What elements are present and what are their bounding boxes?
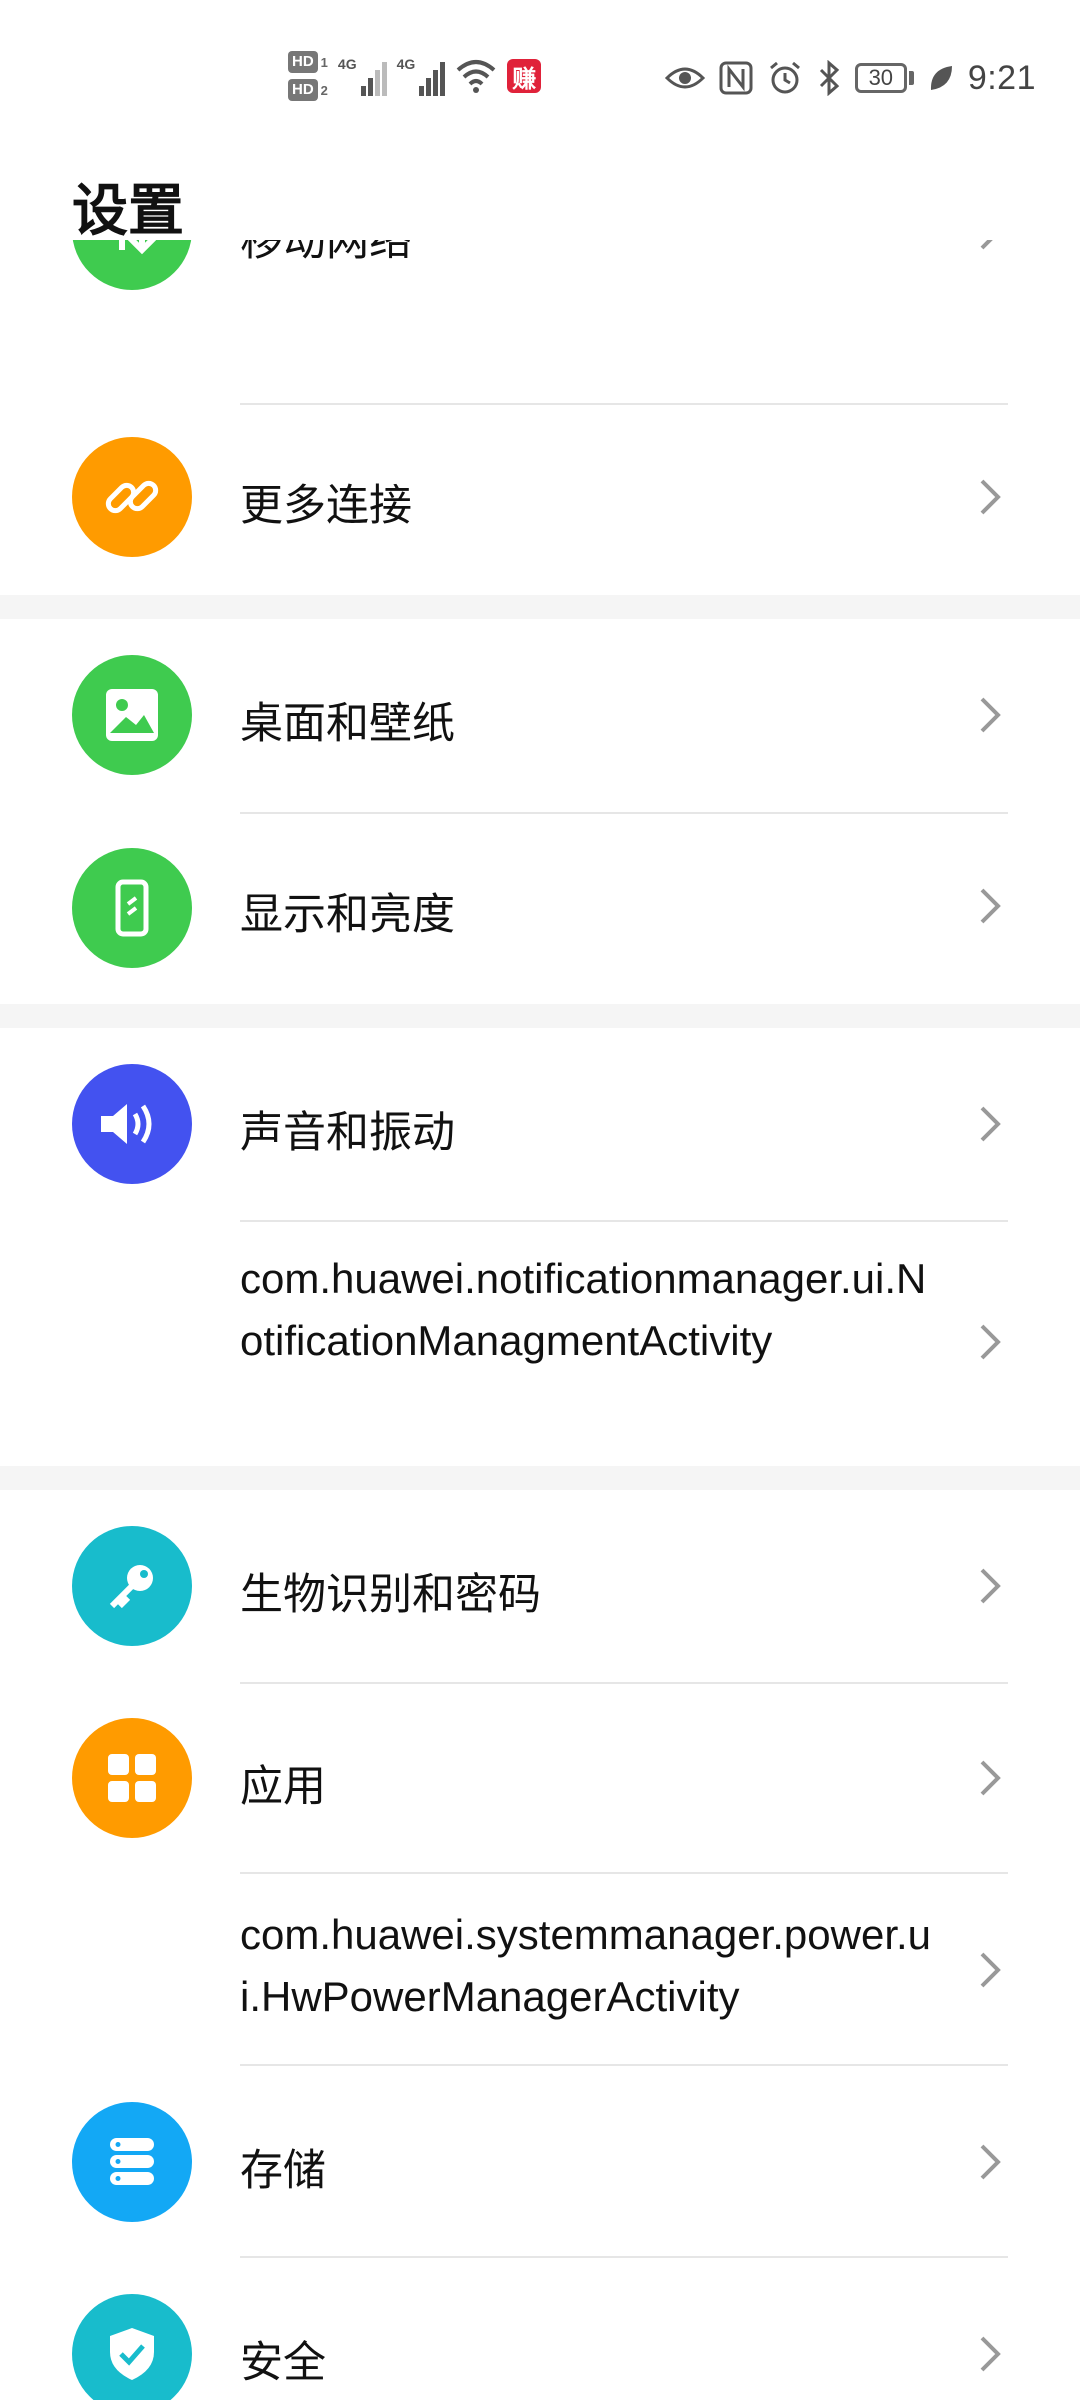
chevron-right-icon	[980, 240, 993, 250]
settings-item-display-brightness[interactable]: 显示和亮度	[0, 814, 1080, 1002]
battery-icon: 30	[854, 63, 914, 93]
status-bar-right: 30 9:21	[664, 48, 1036, 108]
settings-item-label: 更多连接	[240, 482, 412, 530]
chevron-right-icon	[980, 1760, 1001, 1796]
chevron-right-icon	[980, 1568, 1001, 1604]
section-gap	[0, 1466, 1080, 1490]
settings-item-label: com.huawei.notificationmanager.ui.Notifi…	[240, 1255, 927, 1364]
signal-sim2-label: 4G	[396, 56, 416, 72]
speaker-icon	[72, 1064, 192, 1184]
settings-item-storage[interactable]: 存储	[0, 2066, 1080, 2256]
section-gap	[0, 595, 1080, 619]
settings-list[interactable]: 移动网络 更多连接 桌面和壁纸 显示和亮度 声音和振动 com.huawei.n…	[0, 240, 1080, 2400]
settings-item-biometrics-password[interactable]: 生物识别和密码	[0, 1490, 1080, 1680]
phone-brightness-icon	[72, 848, 192, 968]
signal-sim2-icon: 4G	[397, 56, 446, 96]
power-saving-leaf-icon	[930, 66, 952, 90]
signal-sim1-label: 4G	[337, 56, 357, 72]
hd-icon: HD	[288, 51, 318, 73]
hd-indicators: HD 1 HD 2	[288, 51, 328, 101]
hd-sim2-label: 2	[320, 82, 328, 98]
settings-item-label: 安全	[240, 2339, 326, 2387]
settings-item-label: 桌面和壁纸	[240, 700, 455, 748]
chevron-right-icon	[980, 479, 1001, 515]
settings-item-label: com.huawei.systemmanager.power.ui.HwPowe…	[240, 1911, 932, 2020]
mobile-network-icon	[72, 240, 192, 290]
key-icon	[72, 1526, 192, 1646]
section-gap	[0, 1004, 1080, 1028]
chevron-right-icon	[980, 888, 1001, 924]
image-icon	[72, 655, 192, 775]
wifi-icon	[456, 60, 496, 93]
shield-icon	[72, 2294, 192, 2400]
alarm-icon	[769, 61, 800, 94]
status-bar-left: HD 1 HD 2 4G 4G 赚	[288, 48, 542, 104]
nfc-icon	[719, 61, 753, 95]
settings-item-sound-vibration[interactable]: 声音和振动	[0, 1028, 1080, 1218]
settings-item-label: 移动网络	[240, 240, 412, 265]
chevron-right-icon	[980, 1952, 1001, 1988]
chevron-right-icon	[980, 697, 1001, 733]
signal-sim1-icon: 4G	[338, 56, 387, 96]
hd-icon: HD	[288, 79, 318, 101]
eye-comfort-icon	[664, 67, 705, 89]
apps-grid-icon	[72, 1718, 192, 1838]
chevron-right-icon	[980, 1106, 1001, 1142]
settings-item-notification-manager[interactable]: com.huawei.notificationmanager.ui.Notifi…	[0, 1222, 1080, 1466]
settings-item-label: 生物识别和密码	[240, 1571, 541, 1619]
page-title: 设置	[72, 179, 184, 242]
link-icon	[72, 437, 192, 557]
settings-item-label: 声音和振动	[240, 1109, 455, 1157]
settings-item-security[interactable]: 安全	[0, 2258, 1080, 2400]
status-bar: HD 1 HD 2 4G 4G 赚 30 9:21	[0, 0, 1080, 160]
settings-item-mobile-network[interactable]: 移动网络	[0, 240, 1080, 362]
settings-item-home-wallpaper[interactable]: 桌面和壁纸	[0, 619, 1080, 807]
promo-app-icon: 赚	[507, 59, 542, 93]
storage-icon	[72, 2102, 192, 2222]
settings-item-more-connections[interactable]: 更多连接	[0, 405, 1080, 593]
bluetooth-icon	[819, 60, 840, 96]
settings-item-apps[interactable]: 应用	[0, 1684, 1080, 1874]
battery-level: 30	[854, 63, 907, 93]
hd-sim1-label: 1	[320, 54, 328, 70]
chevron-right-icon	[980, 1324, 1001, 1360]
chevron-right-icon	[980, 2144, 1001, 2180]
settings-item-label: 应用	[240, 1763, 326, 1811]
settings-item-label: 存储	[240, 2147, 326, 2195]
settings-item-label: 显示和亮度	[240, 891, 455, 939]
settings-item-power-manager[interactable]: com.huawei.systemmanager.power.ui.HwPowe…	[0, 1874, 1080, 2064]
chevron-right-icon	[980, 2336, 1001, 2372]
clock: 9:21	[967, 58, 1036, 97]
